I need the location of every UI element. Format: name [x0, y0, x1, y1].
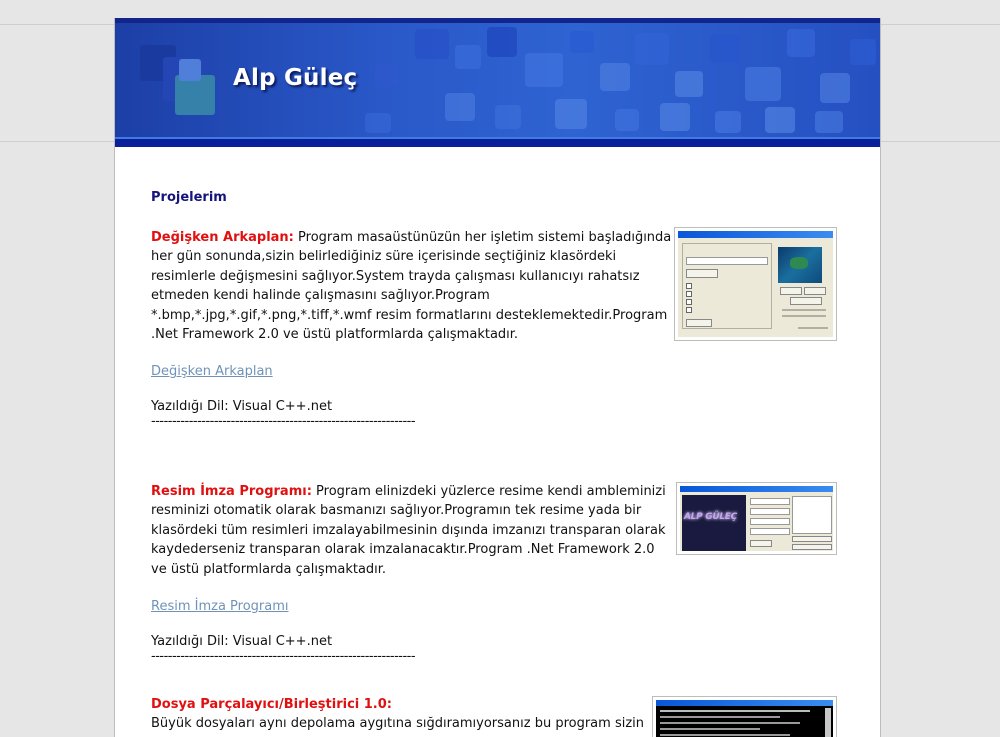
project-language: Yazıldığı Dil: Visual C++.net	[151, 399, 333, 415]
logo-square-light	[179, 59, 201, 81]
project-link[interactable]: Değişken Arkaplan	[151, 364, 841, 379]
section-title: Projelerim	[151, 190, 227, 205]
project-description: Değişken Arkaplan: Program masaüstünüzün…	[151, 228, 675, 344]
project-language: Yazıldığı Dil: Visual C++.net	[151, 634, 333, 650]
project-description: Resim İmza Programı: Program elinizdeki …	[151, 482, 673, 579]
screenshot-degisken-arkaplan[interactable]	[674, 227, 837, 341]
screenshot-resim-imza[interactable]: ALP GÜLEÇ	[676, 482, 837, 555]
separator-line: ----------------------------------------…	[151, 649, 416, 665]
page-container: Alp Güleç Projelerim Değişken Arkaplan: …	[114, 18, 881, 737]
project-name: Resim İmza Programı:	[151, 484, 312, 499]
screenshot-dosya-parcalayici[interactable]	[652, 696, 837, 737]
screenshot-logo-text: ALP GÜLEÇ	[684, 512, 737, 522]
site-title: Alp Güleç	[233, 65, 358, 91]
project-name: Dosya Parçalayıcı/Birleştirici 1.0:	[151, 697, 392, 712]
separator-line: ----------------------------------------…	[151, 414, 416, 430]
header-banner: Alp Güleç	[115, 18, 880, 147]
banner-bottom-bar	[115, 137, 880, 147]
logo-square-teal	[175, 75, 215, 115]
project-description-text: Büyük dosyaları aynı depolama aygıtına s…	[151, 716, 644, 732]
project-name: Değişken Arkaplan:	[151, 230, 294, 245]
project-description-text: Program masaüstünüzün her işletim sistem…	[151, 230, 672, 343]
project-description: Dosya Parçalayıcı/Birleştirici 1.0: Büyü…	[151, 695, 651, 734]
project-link[interactable]: Resim İmza Programı	[151, 599, 841, 614]
